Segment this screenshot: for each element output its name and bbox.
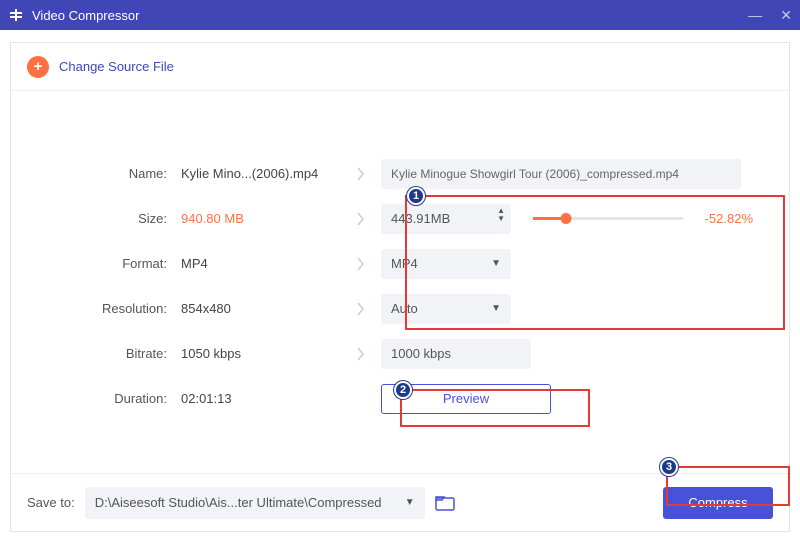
label-duration: Duration:: [31, 391, 181, 406]
chevron-right-icon: [341, 167, 381, 181]
size-reduction-pct: -52.82%: [705, 211, 769, 226]
caret-down-icon: ▼: [491, 258, 501, 269]
label-bitrate: Bitrate:: [31, 346, 181, 361]
output-bitrate-field: 1000 kbps: [381, 339, 531, 369]
window-title: Video Compressor: [32, 8, 748, 23]
source-bitrate: 1050 kbps: [181, 346, 341, 361]
dest-preview: Preview: [381, 384, 769, 414]
chevron-right-icon: [341, 212, 381, 226]
compress-button[interactable]: Compress: [663, 487, 773, 519]
source-duration: 02:01:13: [181, 391, 341, 406]
size-slider[interactable]: [533, 217, 683, 220]
row-bitrate: Bitrate: 1050 kbps 1000 kbps: [31, 331, 769, 376]
titlebar: Video Compressor ― ✕: [0, 0, 800, 30]
add-icon[interactable]: +: [27, 56, 49, 78]
source-size: 940.80 MB: [181, 211, 341, 226]
label-resolution: Resolution:: [31, 301, 181, 316]
output-name-field[interactable]: Kylie Minogue Showgirl Tour (2006)_compr…: [381, 159, 741, 189]
caret-down-icon: ▼: [491, 303, 501, 314]
chevron-right-icon: [341, 257, 381, 271]
app-logo-icon: [8, 7, 24, 23]
chevron-right-icon: [341, 302, 381, 316]
annotation-badge-3: 3: [660, 458, 678, 476]
dest-bitrate: 1000 kbps: [381, 339, 769, 369]
save-path-dropdown[interactable]: D:\Aiseesoft Studio\Ais...ter Ultimate\C…: [85, 487, 425, 519]
close-button[interactable]: ✕: [780, 7, 792, 24]
annotation-badge-2: 2: [394, 381, 412, 399]
open-folder-button[interactable]: [435, 494, 455, 512]
row-resolution: Resolution: 854x480 Auto▼: [31, 286, 769, 331]
label-name: Name:: [31, 166, 181, 181]
slider-thumb[interactable]: [561, 213, 572, 224]
save-to-label: Save to:: [27, 495, 75, 510]
change-source-row: + Change Source File: [11, 43, 789, 91]
dest-size: 443.91MB ▲▼ -52.82%: [381, 204, 769, 234]
output-resolution-dropdown[interactable]: Auto▼: [381, 294, 511, 324]
label-size: Size:: [31, 211, 181, 226]
caret-down-icon: ▼: [405, 497, 415, 508]
stepper-controls[interactable]: ▲▼: [497, 207, 505, 223]
output-size-stepper[interactable]: 443.91MB ▲▼: [381, 204, 511, 234]
row-name: Name: Kylie Mino...(2006).mp4 Kylie Mino…: [31, 151, 769, 196]
source-format: MP4: [181, 256, 341, 271]
change-source-link[interactable]: Change Source File: [59, 59, 174, 74]
dest-resolution: Auto▼: [381, 294, 769, 324]
bottom-bar: Save to: D:\Aiseesoft Studio\Ais...ter U…: [11, 473, 789, 531]
annotation-badge-1: 1: [407, 187, 425, 205]
row-format: Format: MP4 MP4▼: [31, 241, 769, 286]
window-buttons: ― ✕: [748, 7, 792, 24]
dest-format: MP4▼: [381, 249, 769, 279]
form-area: Name: Kylie Mino...(2006).mp4 Kylie Mino…: [11, 91, 789, 421]
label-format: Format:: [31, 256, 181, 271]
source-name: Kylie Mino...(2006).mp4: [181, 166, 341, 181]
row-size: Size: 940.80 MB 443.91MB ▲▼ -52.82%: [31, 196, 769, 241]
dest-name: Kylie Minogue Showgirl Tour (2006)_compr…: [381, 159, 769, 189]
minimize-button[interactable]: ―: [748, 7, 762, 23]
source-resolution: 854x480: [181, 301, 341, 316]
output-format-dropdown[interactable]: MP4▼: [381, 249, 511, 279]
chevron-right-icon: [341, 347, 381, 361]
